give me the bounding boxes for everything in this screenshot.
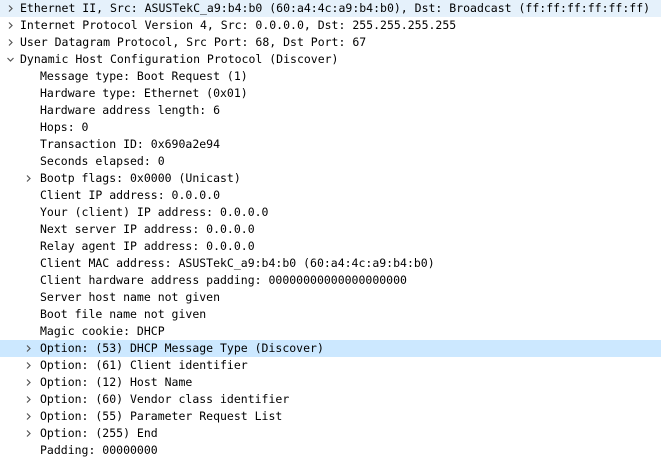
tree-row-option-255[interactable]: Option: (255) End	[0, 425, 661, 442]
tree-row-padding[interactable]: Padding: 00000000	[0, 442, 661, 459]
chevron-down-icon[interactable]	[4, 51, 16, 68]
tree-row-label: Option: (55) Parameter Request List	[40, 409, 283, 423]
tree-row-client-mac[interactable]: Client MAC address: ASUSTekC_a9:b4:b0 (6…	[0, 255, 661, 272]
tree-row-next-server-ip[interactable]: Next server IP address: 0.0.0.0	[0, 221, 661, 238]
tree-row-message-type[interactable]: Message type: Boot Request (1)	[0, 68, 661, 85]
tree-row-option-12[interactable]: Option: (12) Host Name	[0, 374, 661, 391]
tree-row-label: Hardware address length: 6	[40, 103, 221, 117]
tree-row-dhcp[interactable]: Dynamic Host Configuration Protocol (Dis…	[0, 51, 661, 68]
tree-row-label: Magic cookie: DHCP	[40, 324, 165, 338]
tree-row-boot-file-name[interactable]: Boot file name not given	[0, 306, 661, 323]
chevron-right-icon[interactable]	[22, 170, 34, 187]
tree-row-label: Message type: Boot Request (1)	[40, 69, 248, 83]
chevron-right-icon[interactable]	[4, 34, 16, 51]
tree-row-client-hw-padding[interactable]: Client hardware address padding: 0000000…	[0, 272, 661, 289]
tree-row-ipv4[interactable]: Internet Protocol Version 4, Src: 0.0.0.…	[0, 17, 661, 34]
tree-row-server-host-name[interactable]: Server host name not given	[0, 289, 661, 306]
tree-row-label: Relay agent IP address: 0.0.0.0	[40, 239, 255, 253]
tree-row-label: Option: (53) DHCP Message Type (Discover…	[40, 341, 324, 355]
tree-row-label: Server host name not given	[40, 290, 221, 304]
chevron-right-icon[interactable]	[4, 17, 16, 34]
tree-row-label: Hardware type: Ethernet (0x01)	[40, 86, 248, 100]
tree-row-option-60[interactable]: Option: (60) Vendor class identifier	[0, 391, 661, 408]
tree-row-label: Option: (60) Vendor class identifier	[40, 392, 290, 406]
tree-row-label: Bootp flags: 0x0000 (Unicast)	[40, 171, 241, 185]
tree-row-label: User Datagram Protocol, Src Port: 68, Ds…	[20, 35, 367, 49]
tree-row-transaction-id[interactable]: Transaction ID: 0x690a2e94	[0, 136, 661, 153]
tree-row-label: Your (client) IP address: 0.0.0.0	[40, 205, 269, 219]
tree-row-label: Internet Protocol Version 4, Src: 0.0.0.…	[20, 18, 457, 32]
tree-row-option-61[interactable]: Option: (61) Client identifier	[0, 357, 661, 374]
tree-row-label: Option: (61) Client identifier	[40, 358, 248, 372]
tree-row-your-ip[interactable]: Your (client) IP address: 0.0.0.0	[0, 204, 661, 221]
tree-row-option-53[interactable]: Option: (53) DHCP Message Type (Discover…	[0, 340, 661, 357]
tree-row-hops[interactable]: Hops: 0	[0, 119, 661, 136]
tree-row-client-ip[interactable]: Client IP address: 0.0.0.0	[0, 187, 661, 204]
chevron-right-icon[interactable]	[22, 357, 34, 374]
tree-row-label: Option: (255) End	[40, 426, 158, 440]
packet-details-tree[interactable]: Ethernet II, Src: ASUSTekC_a9:b4:b0 (60:…	[0, 0, 661, 460]
tree-row-label: Ethernet II, Src: ASUSTekC_a9:b4:b0 (60:…	[20, 1, 651, 15]
tree-row-label: Boot file name not given	[40, 307, 207, 321]
tree-row-label: Padding: 00000000	[40, 443, 158, 457]
tree-row-label: Option: (12) Host Name	[40, 375, 193, 389]
chevron-right-icon[interactable]	[22, 391, 34, 408]
tree-row-hardware-type[interactable]: Hardware type: Ethernet (0x01)	[0, 85, 661, 102]
tree-row-label: Seconds elapsed: 0	[40, 154, 165, 168]
chevron-right-icon[interactable]	[22, 408, 34, 425]
tree-row-label: Dynamic Host Configuration Protocol (Dis…	[20, 52, 339, 66]
tree-row-label: Hops: 0	[40, 120, 89, 134]
chevron-right-icon[interactable]	[4, 0, 16, 17]
tree-row-label: Client hardware address padding: 0000000…	[40, 273, 407, 287]
tree-row-label: Client IP address: 0.0.0.0	[40, 188, 221, 202]
chevron-right-icon[interactable]	[22, 425, 34, 442]
tree-row-relay-agent-ip[interactable]: Relay agent IP address: 0.0.0.0	[0, 238, 661, 255]
tree-row-option-55[interactable]: Option: (55) Parameter Request List	[0, 408, 661, 425]
tree-row-label: Next server IP address: 0.0.0.0	[40, 222, 255, 236]
tree-row-label: Transaction ID: 0x690a2e94	[40, 137, 221, 151]
tree-row-magic-cookie[interactable]: Magic cookie: DHCP	[0, 323, 661, 340]
tree-row-label: Client MAC address: ASUSTekC_a9:b4:b0 (6…	[40, 256, 435, 270]
tree-row-seconds-elapsed[interactable]: Seconds elapsed: 0	[0, 153, 661, 170]
tree-row-udp[interactable]: User Datagram Protocol, Src Port: 68, Ds…	[0, 34, 661, 51]
tree-row-ethernet[interactable]: Ethernet II, Src: ASUSTekC_a9:b4:b0 (60:…	[0, 0, 661, 17]
chevron-right-icon[interactable]	[22, 374, 34, 391]
tree-row-hardware-address-length[interactable]: Hardware address length: 6	[0, 102, 661, 119]
tree-row-bootp-flags[interactable]: Bootp flags: 0x0000 (Unicast)	[0, 170, 661, 187]
chevron-right-icon[interactable]	[22, 340, 34, 357]
